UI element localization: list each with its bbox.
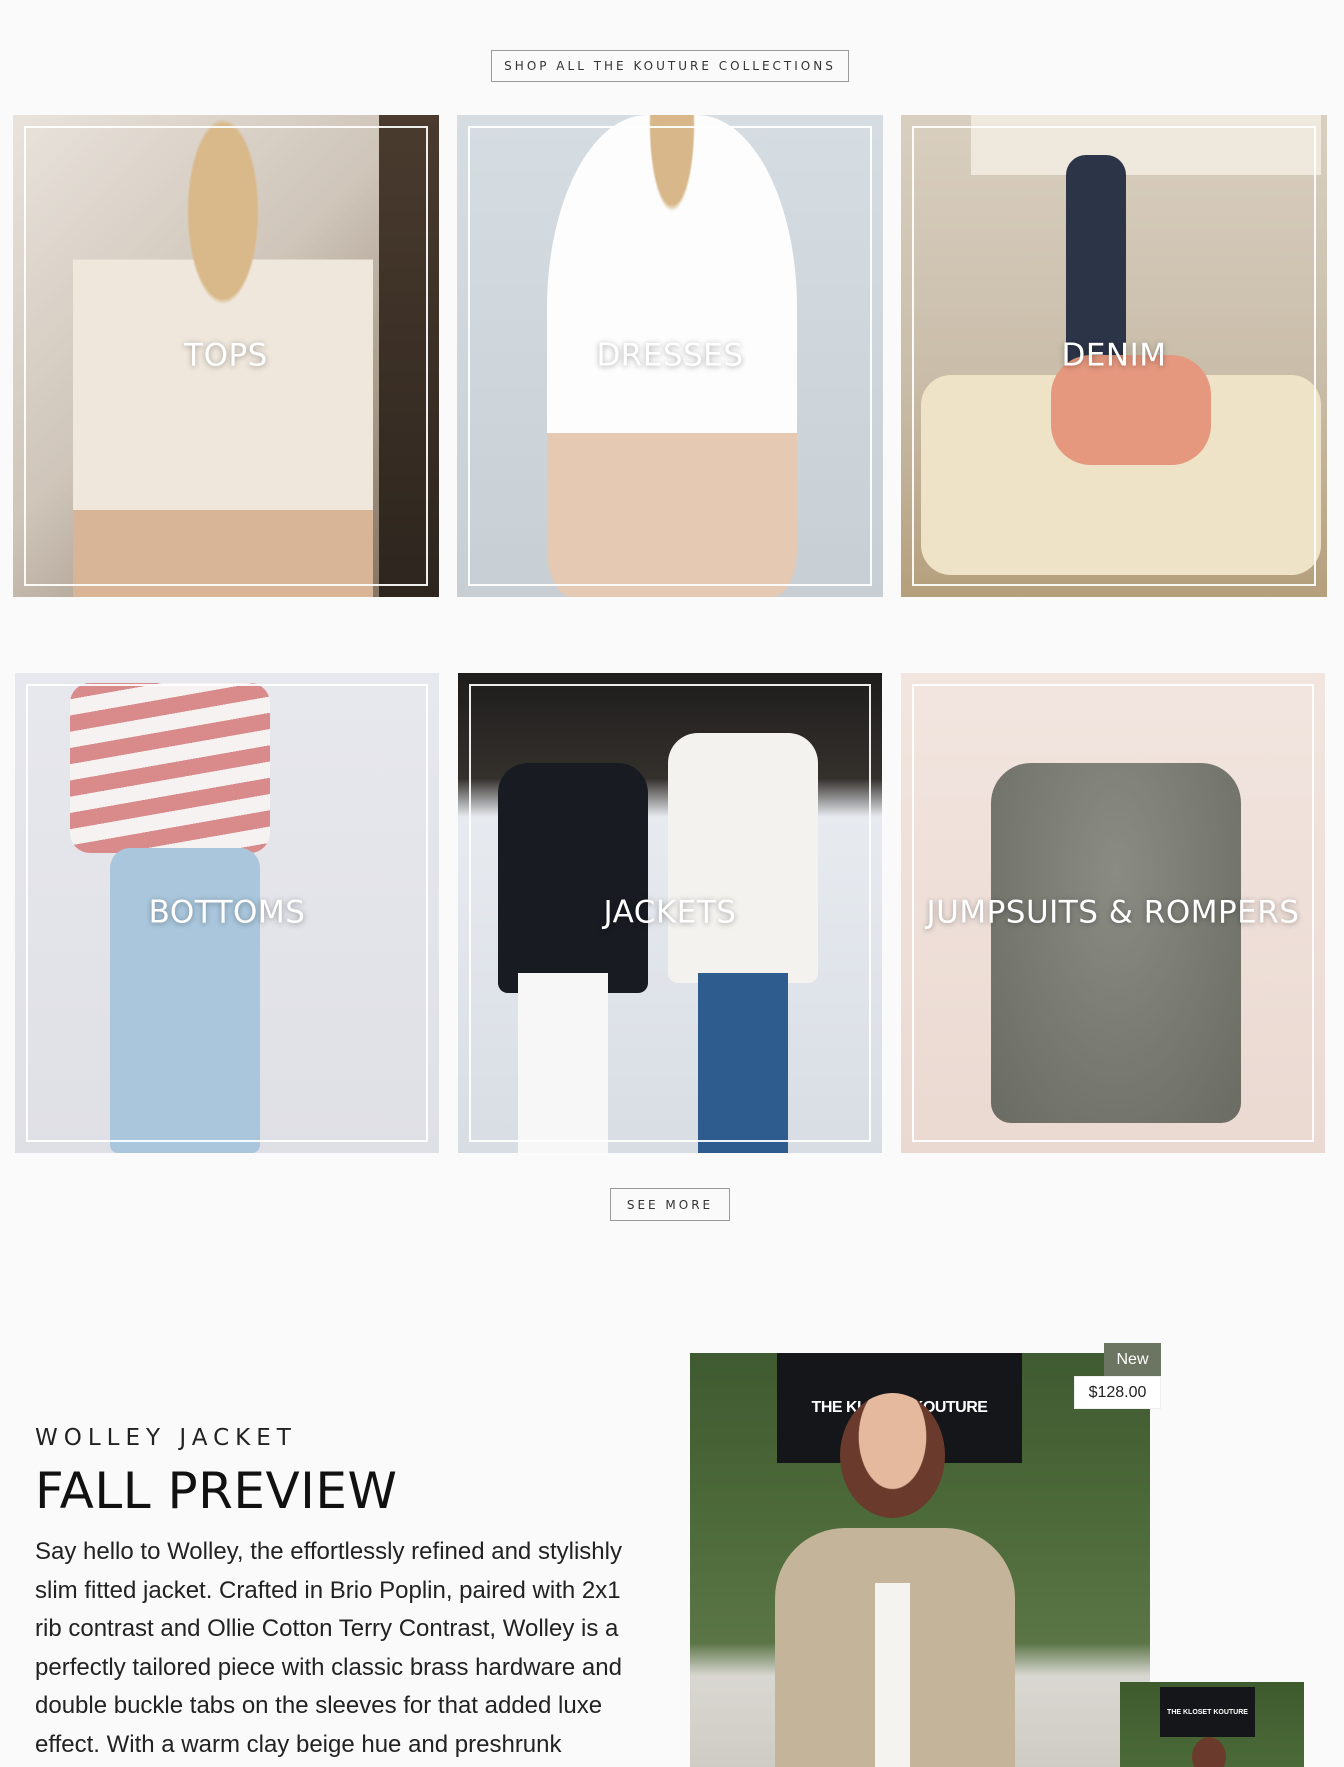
- product-thumbnail[interactable]: THE KLOSET KOUTURE: [1120, 1682, 1304, 1767]
- collection-tile-bottoms[interactable]: BOTTOMS: [15, 673, 439, 1153]
- collection-tile-jumpsuits-rompers[interactable]: JUMPSUITS & ROMPERS: [901, 673, 1325, 1153]
- tile-label: DENIM: [1061, 337, 1167, 374]
- tile-label: DRESSES: [596, 337, 744, 374]
- collection-tile-denim[interactable]: DENIM: [901, 115, 1327, 597]
- tile-label: TOPS: [184, 337, 268, 374]
- featured-title: FALL PREVIEW: [35, 1462, 398, 1520]
- tile-label: BOTTOMS: [148, 894, 306, 931]
- collection-tile-tops[interactable]: TOPS: [13, 115, 439, 597]
- featured-description: Say hello to Wolley, the effortlessly re…: [35, 1538, 622, 1758]
- price-tag: $128.00: [1074, 1376, 1161, 1409]
- collection-tile-dresses[interactable]: DRESSES: [457, 115, 883, 597]
- product-image[interactable]: THE KLOSET KOUTURE: [690, 1353, 1150, 1767]
- see-more-button[interactable]: SEE MORE: [610, 1188, 730, 1221]
- model-shirt: [875, 1583, 910, 1767]
- thumb-sign-text: THE KLOSET KOUTURE: [1167, 1708, 1248, 1716]
- tile-label: JUMPSUITS & ROMPERS: [926, 894, 1300, 931]
- shop-all-collections-button[interactable]: SHOP ALL THE KOUTURE COLLECTIONS: [491, 50, 849, 82]
- featured-eyebrow: WOLLEY JACKET: [35, 1425, 297, 1451]
- thumb-sign: THE KLOSET KOUTURE: [1160, 1687, 1255, 1737]
- new-badge: New: [1104, 1343, 1161, 1376]
- thumb-model-head: [1192, 1737, 1226, 1767]
- tile-label: JACKETS: [603, 894, 737, 931]
- model-head: [840, 1393, 945, 1518]
- collection-tile-jackets[interactable]: JACKETS: [458, 673, 882, 1153]
